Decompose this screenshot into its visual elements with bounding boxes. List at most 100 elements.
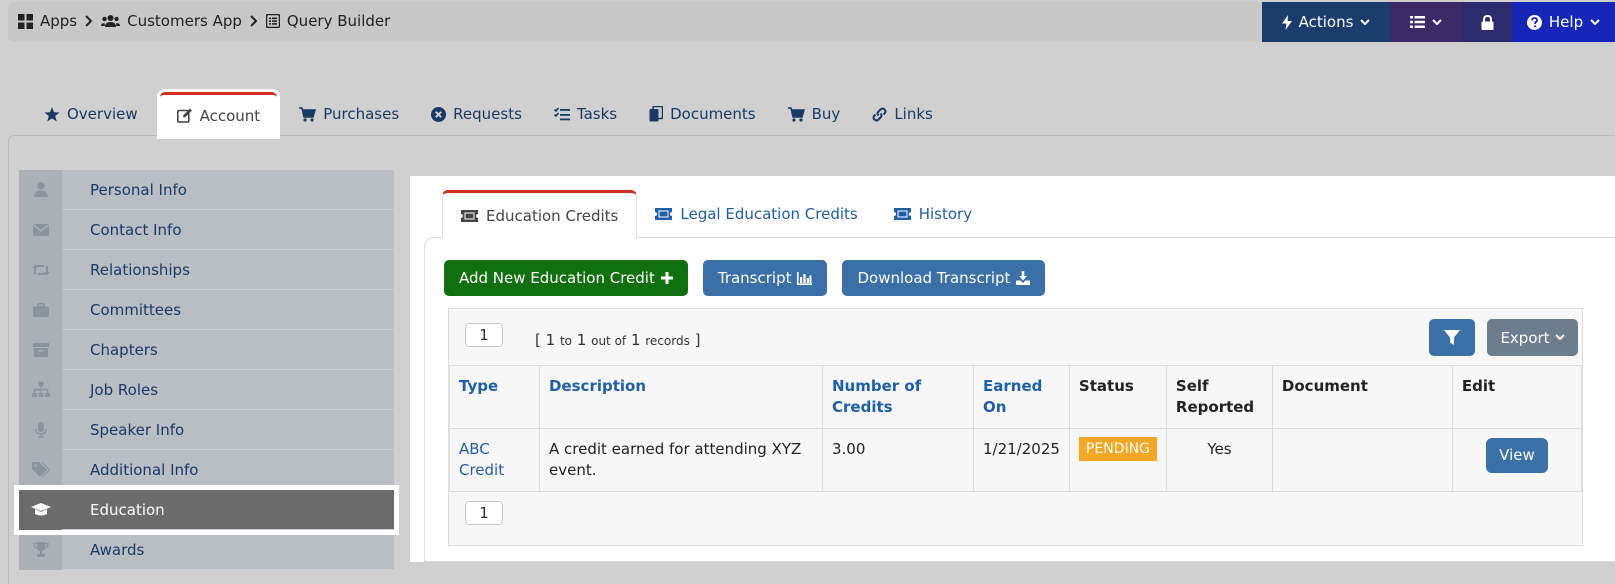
tab-requests[interactable]: Requests [415,92,538,136]
tab-tasks[interactable]: Tasks [538,92,633,136]
chevron-right-icon [250,15,258,27]
sidebar-item-relationships[interactable]: Relationships [19,249,394,290]
microphone-icon [19,409,62,450]
sidebar-item-chapters[interactable]: Chapters [19,329,394,370]
tab-documents[interactable]: Documents [633,92,772,136]
chevron-right-icon [85,15,93,27]
cell-document [1271,428,1453,492]
sidebar-item-label: Committees [90,300,182,319]
cell-number-of-credits: 3.00 [822,428,974,492]
transcript-button[interactable]: Transcript [702,260,828,296]
records-total: 1 [630,331,641,349]
sub-tab-label: History [918,205,973,223]
tab-purchases[interactable]: Purchases [283,92,415,136]
main-tabs: Overview Account Purchases Requests Task… [28,92,949,136]
column-header-earned-on[interactable]: Earned On [973,365,1070,429]
graduation-cap-icon [19,489,62,530]
sidebar-item-speaker-info[interactable]: Speaker Info [19,409,394,450]
button-label: Transcript [717,269,792,287]
bar-chart-icon [797,271,813,285]
tab-buy[interactable]: Buy [772,92,857,136]
tab-label: Requests [453,105,522,123]
tab-history[interactable]: History [876,190,990,238]
sidebar-item-label: Speaker Info [90,420,185,439]
cell-description: A credit earned for attending XYZ event. [539,428,823,492]
plus-icon [660,272,673,284]
tab-label: Links [894,105,933,123]
sidebar-item-label: Education [90,500,165,519]
add-new-education-credit-button[interactable]: Add New Education Credit [444,260,688,296]
page-number-bottom[interactable]: 1 [465,501,503,525]
tasks-icon [553,107,570,121]
sidebar-item-education[interactable]: Education [14,485,399,535]
sidebar-item-personal-info[interactable]: Personal Info [19,169,394,210]
grid-icon [18,13,33,29]
button-label: Download Transcript [857,269,1011,287]
tab-label: Buy [811,105,841,123]
sidebar-item-job-roles[interactable]: Job Roles [19,369,394,410]
column-header-edit: Edit [1451,365,1583,429]
sidebar-item-label: Awards [90,540,145,559]
sidebar-item-committees[interactable]: Committees [19,289,394,330]
help-dropdown-button[interactable]: Help [1512,2,1615,42]
breadcrumb-customers-app[interactable]: Customers App [101,12,242,30]
cell-earned-on: 1/21/2025 [973,428,1070,492]
cell-self-reported: Yes [1165,428,1273,492]
tab-education-credits[interactable]: Education Credits [442,190,638,238]
ticket-icon [893,208,911,220]
table-header-row: Type Description Number of Credits Earne… [449,365,1583,429]
tab-links[interactable]: Links [856,92,949,136]
cell-status: PENDING [1068,428,1167,492]
sidebar-item-label: Job Roles [90,380,159,399]
records-word: records [645,334,690,348]
action-buttons: Add New Education Credit Transcript Down… [444,260,1046,296]
users-icon [101,14,121,28]
star-icon [44,106,60,122]
archive-icon [19,329,62,370]
column-header-description[interactable]: Description [539,365,823,429]
records-out-of: out of [591,334,627,348]
education-credits-table: Type Description Number of Credits Earne… [449,365,1583,492]
breadcrumb-apps[interactable]: Apps [18,12,77,30]
page-number-top[interactable]: 1 [465,323,503,347]
trophy-icon [19,529,62,570]
sidebar-item-label: Relationships [90,260,190,279]
filter-icon [1444,329,1460,346]
table-row: ABC Credit A credit earned for attending… [449,428,1583,492]
tab-legal-education-credits[interactable]: Legal Education Credits [637,190,875,238]
actions-dropdown-button[interactable]: Actions [1262,2,1390,42]
records-to-word: to [559,334,572,348]
column-header-number-of-credits[interactable]: Number of Credits [822,365,974,429]
breadcrumb-query-builder[interactable]: Query Builder [265,12,390,30]
records-to: 1 [576,331,587,349]
tab-label: Tasks [576,105,618,123]
sidebar-item-contact-info[interactable]: Contact Info [19,209,394,250]
tab-label: Account [199,106,261,125]
breadcrumb-label: Customers App [127,12,242,30]
tab-account[interactable]: Account [159,92,278,136]
tab-overview[interactable]: Overview [28,92,154,136]
ticket-icon [655,208,673,220]
envelope-icon [19,209,62,250]
column-header-document: Document [1271,365,1453,429]
education-credits-table-container: 1 [ 1 to 1 out of 1 records ] Export Typ… [448,308,1583,546]
download-transcript-button[interactable]: Download Transcript [842,260,1046,296]
tab-label: Documents [670,105,756,123]
filter-button[interactable] [1429,319,1475,356]
credit-type-link[interactable]: ABC Credit [459,440,504,479]
lock-button[interactable] [1462,2,1512,42]
chevron-down-icon [1554,334,1565,341]
sidebar-item-awards[interactable]: Awards [19,529,394,570]
cart-icon [299,106,317,122]
retweet-icon [19,249,62,290]
list-menu-button[interactable] [1390,2,1462,42]
view-button[interactable]: View [1485,438,1548,473]
button-label: Add New Education Credit [459,269,655,287]
status-badge: PENDING [1078,437,1157,461]
tab-label: Purchases [323,105,400,123]
column-header-status: Status [1068,365,1167,429]
export-dropdown-button[interactable]: Export [1487,319,1578,356]
link-icon [872,107,887,122]
sidebar-item-additional-info[interactable]: Additional Info [19,449,394,490]
column-header-type[interactable]: Type [449,365,540,429]
